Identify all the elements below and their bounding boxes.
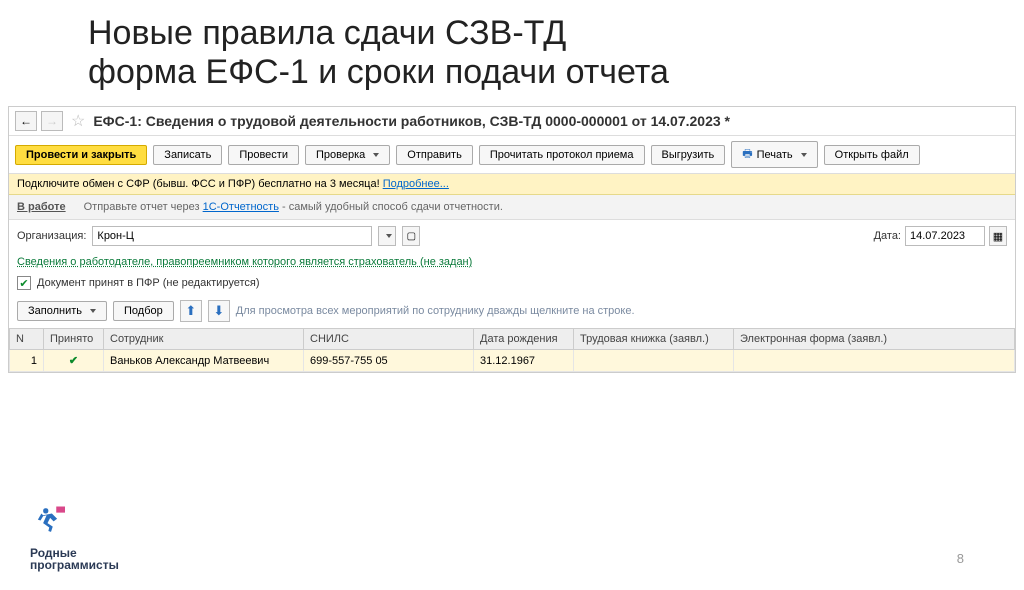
org-open-button[interactable]: ▢ <box>402 226 420 246</box>
org-label: Организация: <box>17 230 86 242</box>
promo-text: Подключите обмен с СФР (бывш. ФСС и ПФР)… <box>17 178 383 190</box>
table-row[interactable]: 1 ✔ Ваньков Александр Матвеевич 699-557-… <box>10 350 1015 372</box>
move-down-button[interactable]: ⬇ <box>208 300 230 322</box>
doc-accepted-row: ✔ Документ принят в ПФР (не редактируетс… <box>9 272 1015 294</box>
favorite-star-icon[interactable]: ☆ <box>71 111 85 131</box>
col-workbook[interactable]: Трудовая книжка (заявл.) <box>574 329 734 350</box>
employer-link-row: Сведения о работодателе, правопреемником… <box>9 252 1015 272</box>
cell-snils: 699-557-755 05 <box>304 350 474 372</box>
post-and-close-button[interactable]: Провести и закрыть <box>15 145 147 165</box>
runner-icon <box>30 503 72 545</box>
table-actions-row: Заполнить Подбор ⬆ ⬇ Для просмотра всех … <box>9 294 1015 328</box>
doc-accepted-label: Документ принят в ПФР (не редактируется) <box>37 277 259 289</box>
fill-button[interactable]: Заполнить <box>17 301 107 321</box>
status-hint-prefix: Отправьте отчет через <box>84 201 203 213</box>
print-label: Печать <box>757 149 793 161</box>
export-button[interactable]: Выгрузить <box>651 145 726 165</box>
col-employee[interactable]: Сотрудник <box>104 329 304 350</box>
org-dropdown-button[interactable] <box>378 226 396 246</box>
check-icon: ✔ <box>69 355 78 367</box>
main-toolbar: Провести и закрыть Записать Провести Про… <box>9 136 1015 174</box>
title-bar: ← → ☆ ЕФС-1: Сведения о трудовой деятель… <box>9 107 1015 136</box>
logo-line2: программисты <box>30 558 119 572</box>
slide-title-line2: форма ЕФС-1 и сроки подачи отчета <box>88 53 669 91</box>
cell-workbook <box>574 350 734 372</box>
printer-icon: 🖶 <box>742 145 752 164</box>
slide-title-line1: Новые правила сдачи СЗВ-ТД <box>88 14 566 52</box>
read-protocol-button[interactable]: Прочитать протокол приема <box>479 145 645 165</box>
logo-text: Родные программисты <box>30 547 119 572</box>
save-button[interactable]: Записать <box>153 145 222 165</box>
employer-predecessor-link[interactable]: Сведения о работодателе, правопреемником… <box>17 256 472 268</box>
status-in-work-link[interactable]: В работе <box>17 201 66 213</box>
check-button[interactable]: Проверка <box>305 145 390 165</box>
employees-table: N Принято Сотрудник СНИЛС Дата рождения … <box>9 328 1015 372</box>
col-snils[interactable]: СНИЛС <box>304 329 474 350</box>
org-date-row: Организация: ▢ Дата: ▦ <box>9 220 1015 252</box>
pick-button[interactable]: Подбор <box>113 301 174 321</box>
date-label: Дата: <box>874 230 901 242</box>
cell-accepted: ✔ <box>44 350 104 372</box>
promo-more-link[interactable]: Подробнее... <box>383 178 449 190</box>
slide-title: Новые правила сдачи СЗВ-ТД форма ЕФС-1 и… <box>88 14 1024 92</box>
row-hint: Для просмотра всех мероприятий по сотруд… <box>236 305 635 317</box>
col-n[interactable]: N <box>10 329 44 350</box>
app-window: ← → ☆ ЕФС-1: Сведения о трудовой деятель… <box>8 106 1016 373</box>
nav-back-button[interactable]: ← <box>15 111 37 131</box>
send-button[interactable]: Отправить <box>396 145 473 165</box>
promo-info-bar: Подключите обмен с СФР (бывш. ФСС и ПФР)… <box>9 174 1015 195</box>
cell-eform <box>734 350 1015 372</box>
open-file-button[interactable]: Открыть файл <box>824 145 920 165</box>
print-button[interactable]: 🖶 Печать <box>731 141 817 168</box>
date-input[interactable] <box>905 226 985 246</box>
table-header-row: N Принято Сотрудник СНИЛС Дата рождения … <box>10 329 1015 350</box>
nav-forward-button[interactable]: → <box>41 111 63 131</box>
status-hint-suffix: - самый удобный способ сдачи отчетности. <box>279 201 503 213</box>
doc-accepted-checkbox[interactable]: ✔ <box>17 276 31 290</box>
date-group: Дата: ▦ <box>874 226 1007 246</box>
cell-n: 1 <box>10 350 44 372</box>
one-c-reporting-link[interactable]: 1С-Отчетность <box>203 201 279 213</box>
move-up-button[interactable]: ⬆ <box>180 300 202 322</box>
status-hint: Отправьте отчет через 1С-Отчетность - са… <box>84 201 503 213</box>
cell-birth: 31.12.1967 <box>474 350 574 372</box>
post-button[interactable]: Провести <box>228 145 299 165</box>
status-row: В работе Отправьте отчет через 1С-Отчетн… <box>9 195 1015 220</box>
footer-logo: Родные программисты <box>30 503 119 572</box>
col-birth[interactable]: Дата рождения <box>474 329 574 350</box>
col-eform[interactable]: Электронная форма (заявл.) <box>734 329 1015 350</box>
organization-input[interactable] <box>92 226 372 246</box>
col-accepted[interactable]: Принято <box>44 329 104 350</box>
page-number: 8 <box>957 551 964 566</box>
cell-employee: Ваньков Александр Матвеевич <box>104 350 304 372</box>
document-title: ЕФС-1: Сведения о трудовой деятельности … <box>93 113 730 129</box>
calendar-icon[interactable]: ▦ <box>989 226 1007 246</box>
